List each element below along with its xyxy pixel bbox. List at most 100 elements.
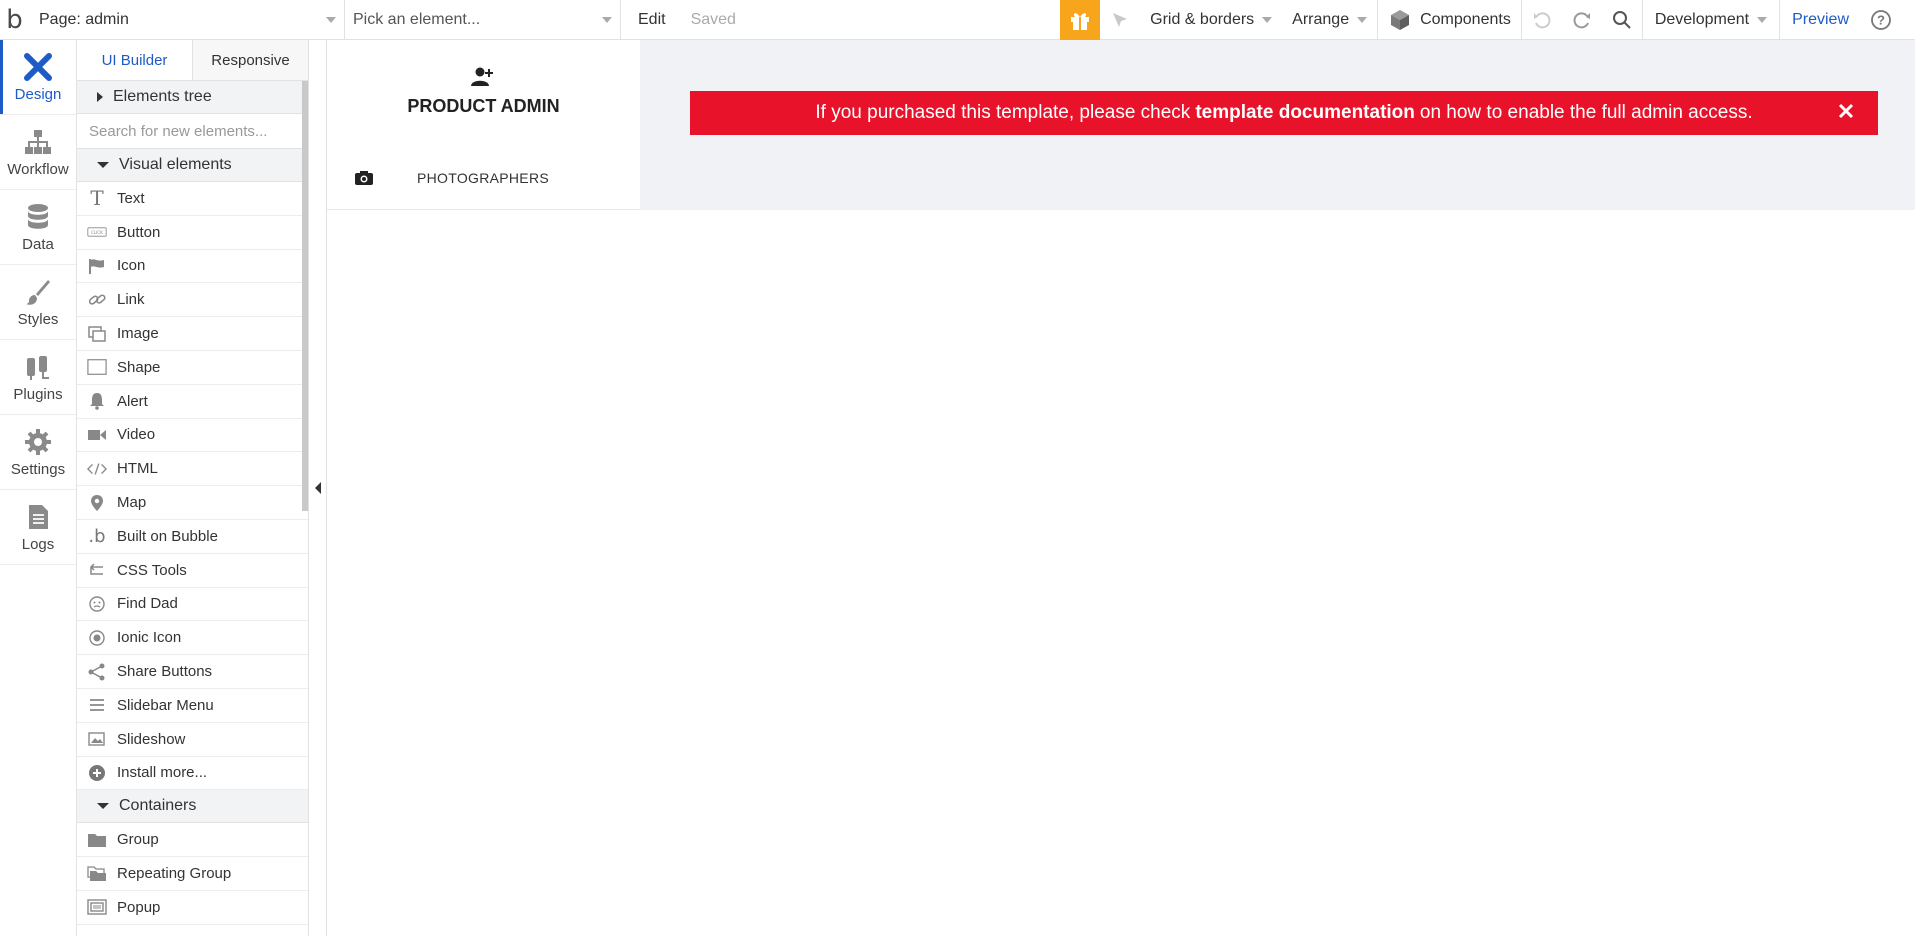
grid-borders-label: Grid & borders [1150, 11, 1255, 28]
left-navigation: Design Workflow Data Styles Plugins Sett… [0, 40, 77, 936]
plug-icon [27, 355, 49, 380]
palette-item-label: Link [117, 291, 145, 309]
palette-item-label: Popup [117, 898, 161, 916]
palette-item-label: Button [117, 223, 161, 241]
workflow-icon [25, 129, 51, 154]
palette-item-text[interactable]: T Text [77, 182, 308, 216]
tab-ui-builder[interactable]: UI Builder [77, 40, 192, 80]
nav-design[interactable]: Design [0, 40, 76, 115]
template-documentation-link[interactable]: template documentation [1195, 102, 1415, 124]
element-search-input[interactable] [89, 122, 289, 140]
visual-elements-label: Visual elements [119, 156, 232, 173]
palette-item-label: Text [117, 189, 145, 207]
palette-item-repeating-group[interactable]: Repeating Group [77, 857, 308, 891]
gift-button[interactable] [1060, 0, 1101, 40]
search-button[interactable] [1602, 0, 1642, 40]
folder-icon [85, 830, 109, 850]
palette-item-share-buttons[interactable]: Share Buttons [77, 655, 308, 689]
palette-item-map[interactable]: Map [77, 486, 308, 520]
flag-icon [85, 256, 109, 276]
close-icon[interactable] [1836, 101, 1856, 121]
photographers-label: PHOTOGRAPHERS [417, 170, 549, 186]
palette-item-label: Share Buttons [117, 663, 213, 681]
caret-left-icon [314, 482, 321, 494]
visual-elements-section[interactable]: Visual elements [77, 149, 308, 182]
pointer-tool-button[interactable] [1100, 0, 1140, 40]
camera-icon [355, 171, 373, 185]
containers-label: Containers [119, 797, 197, 815]
admin-title: PRODUCT ADMIN [407, 96, 560, 116]
palette-item-link[interactable]: Link [77, 283, 308, 318]
undo-button[interactable] [1522, 0, 1562, 40]
design-canvas[interactable]: PRODUCT ADMIN PHOTOGRAPHERS If you purch… [327, 40, 1915, 936]
hamburger-menu-icon [85, 695, 109, 715]
preview-button[interactable]: Preview [1780, 0, 1861, 40]
nav-styles-label: Styles [17, 310, 59, 328]
palette-item-label: Video [117, 426, 156, 444]
elements-tree-toggle[interactable]: Elements tree [77, 81, 308, 114]
palette-item-css-tools[interactable]: CSS Tools [77, 554, 308, 588]
element-picker-label: Pick an element... [353, 10, 481, 28]
palette-item-group[interactable]: Group [77, 823, 308, 858]
tab-responsive[interactable]: Responsive [192, 40, 308, 80]
palette-item-label: Ionic Icon [117, 629, 182, 647]
svg-text:?: ? [1877, 13, 1885, 28]
palette-item-shape[interactable]: Shape [77, 351, 308, 385]
palette-item-alert[interactable]: Alert [77, 385, 308, 419]
nav-data-label: Data [22, 235, 54, 253]
palette-item-label: Group [117, 831, 159, 849]
palette-tabs: UI Builder Responsive [77, 40, 308, 81]
chevron-down-icon [1357, 17, 1368, 23]
palette-item-install-more[interactable]: Install more... [77, 757, 308, 791]
palette-collapse-handle[interactable] [309, 40, 327, 936]
palette-item-find-dad[interactable]: Find Dad [77, 588, 308, 622]
palette-item-built-on-bubble[interactable]: .b Built on Bubble [77, 520, 308, 554]
bubble-logo[interactable]: b [0, 0, 29, 40]
page-selector[interactable]: Page: admin [29, 0, 345, 40]
share-icon [85, 662, 109, 682]
element-picker[interactable]: Pick an element... [345, 0, 621, 40]
grid-borders-menu[interactable]: Grid & borders [1140, 0, 1282, 40]
chevron-down-icon [326, 16, 336, 23]
nav-workflow[interactable]: Workflow [0, 115, 76, 190]
caret-down-icon [97, 803, 109, 810]
components-button[interactable]: Components [1378, 0, 1521, 40]
bell-icon [85, 391, 109, 411]
admin-sidebar-panel[interactable]: PRODUCT ADMIN PHOTOGRAPHERS [327, 40, 640, 210]
search-icon [1612, 11, 1631, 29]
preview-label: Preview [1792, 11, 1849, 28]
palette-item-video[interactable]: Video [77, 419, 308, 453]
palette-item-label: Install more... [117, 764, 208, 782]
help-button[interactable]: ? [1861, 0, 1901, 40]
arrange-label: Arrange [1292, 11, 1350, 28]
nav-settings[interactable]: Settings [0, 415, 76, 490]
palette-item-slideshow[interactable]: Slideshow [77, 723, 308, 757]
nav-styles[interactable]: Styles [0, 265, 76, 340]
svg-text:CLICK: CLICK [91, 230, 103, 235]
palette-item-ionic-icon[interactable]: Ionic Icon [77, 621, 308, 656]
nav-logs[interactable]: Logs [0, 490, 76, 565]
edit-menu[interactable]: Edit [621, 11, 666, 29]
return-arrow-icon [85, 560, 109, 580]
nav-settings-label: Settings [10, 460, 66, 478]
cursor-icon [1113, 13, 1128, 27]
page-selector-label: Page: admin [39, 10, 129, 28]
plus-circle-icon [85, 763, 109, 783]
palette-item-popup[interactable]: Popup [77, 891, 308, 925]
palette-item-slidebar-menu[interactable]: Slidebar Menu [77, 689, 308, 723]
palette-item-label: Alert [117, 392, 148, 410]
palette-item-image[interactable]: Image [77, 317, 308, 351]
arrange-menu[interactable]: Arrange [1282, 0, 1377, 40]
nav-plugins[interactable]: Plugins [0, 340, 76, 415]
nav-data[interactable]: Data [0, 190, 76, 265]
palette-item-html[interactable]: HTML [77, 452, 308, 487]
palette-item-button[interactable]: CLICK Button [77, 216, 308, 250]
palette-item-icon[interactable]: Icon [77, 250, 308, 284]
palette-scrollbar[interactable] [302, 81, 308, 511]
photographers-menu-item[interactable]: PHOTOGRAPHERS [327, 158, 640, 198]
containers-section[interactable]: Containers [77, 790, 308, 824]
environment-menu[interactable]: Development [1643, 0, 1779, 40]
redo-button[interactable] [1562, 0, 1602, 40]
alert-text-after: on how to enable the full admin access. [1419, 102, 1753, 123]
chevron-down-icon [1757, 17, 1768, 23]
